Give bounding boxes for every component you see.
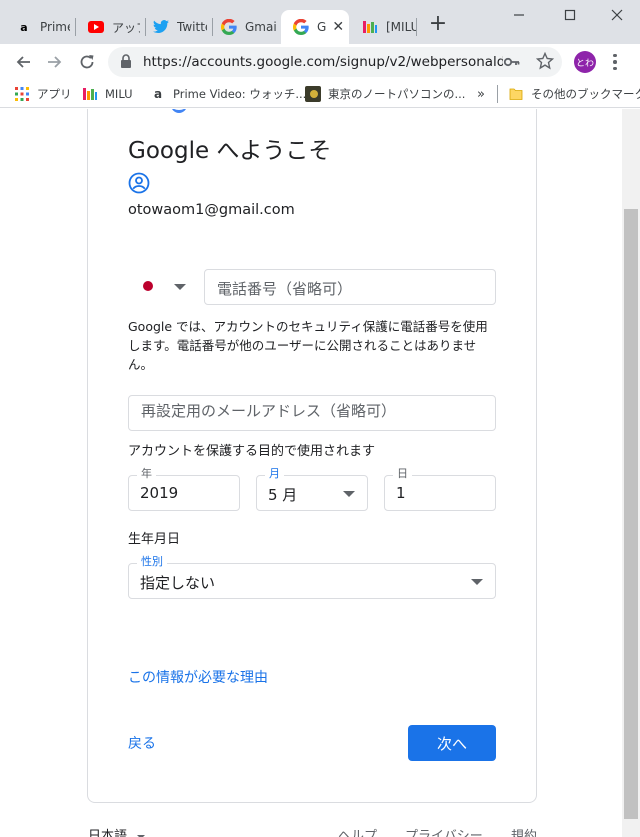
bookmark-tokyo-notebook[interactable]: 東京のノートパソコンの... [305, 85, 465, 103]
site-icon [305, 86, 321, 102]
privacy-link[interactable]: プライバシー [405, 825, 483, 837]
day-value: 1 [396, 484, 406, 502]
back-link[interactable]: 戻る [128, 733, 156, 753]
gender-select[interactable]: 性別 指定しない [128, 553, 496, 599]
help-link[interactable]: ヘルプ [338, 825, 377, 837]
year-input[interactable]: 年 2019 [128, 465, 240, 511]
amazon-icon: a [20, 20, 28, 34]
browser-toolbar: https://accounts.google.com/signup/v2/we… [0, 44, 640, 80]
milu-icon [82, 86, 98, 102]
milu-icon [362, 19, 378, 35]
back-arrow-icon[interactable] [11, 50, 35, 74]
page-viewport: Google へようこそ otowaom1@gmail.com 電話番号（省略可… [0, 109, 622, 837]
page-title: Google へようこそ [128, 138, 332, 164]
gender-label: 性別 [137, 553, 167, 569]
terms-link[interactable]: 規約 [511, 825, 537, 837]
lock-icon[interactable] [120, 54, 132, 73]
google-icon [221, 19, 237, 35]
profile-avatar[interactable]: とわ [574, 51, 596, 73]
tab-google-signup[interactable]: G ✕ [281, 10, 349, 44]
bookmark-star-icon[interactable] [535, 51, 555, 74]
google-icon [293, 19, 309, 35]
day-input[interactable]: 日 1 [384, 465, 496, 511]
recovery-email-input[interactable]: 再設定用のメールアドレス（省略可） [128, 395, 496, 431]
bookmarks-overflow-chevron[interactable]: » [477, 85, 485, 103]
page-scrollbar[interactable] [622, 109, 640, 837]
month-label: 月 [265, 465, 284, 481]
year-label: 年 [137, 465, 156, 481]
tab-title: [MILU [386, 20, 416, 34]
bookmark-apps[interactable]: アプリ [14, 85, 72, 103]
tab-prime[interactable]: a Prime [4, 10, 70, 44]
youtube-icon [88, 19, 104, 35]
chevron-down-icon [343, 491, 355, 497]
bookmark-prime-video[interactable]: a Prime Video: ウォッチ... [150, 85, 306, 103]
more-menu-icon[interactable] [604, 51, 626, 73]
address-bar[interactable]: https://accounts.google.com/signup/v2/we… [108, 47, 562, 77]
maximize-button[interactable] [559, 4, 581, 26]
month-value: 5 月 [268, 486, 298, 504]
amazon-icon: a [153, 87, 163, 101]
language-selector[interactable]: 日本語 [88, 825, 146, 837]
tab-milu[interactable]: [MILU [350, 10, 416, 44]
phone-help-text: Google では、アカウントのセキュリティ保護に電話番号を使用します。電話番号… [128, 319, 488, 372]
why-info-link[interactable]: この情報が必要な理由 [128, 667, 268, 687]
new-tab-button[interactable]: + [427, 13, 449, 36]
bookmark-label: Prime Video: ウォッチ... [173, 87, 307, 101]
tab-twitter[interactable]: Twitte [141, 10, 207, 44]
minimize-button[interactable] [508, 4, 530, 26]
close-window-button[interactable] [606, 4, 628, 26]
bookmark-label: その他のブックマーク [531, 87, 640, 101]
tab-title: Prime [40, 20, 70, 34]
tab-title: Twitte [177, 20, 207, 34]
folder-icon [508, 86, 524, 102]
language-label: 日本語 [88, 829, 128, 837]
country-dropdown-caret-icon[interactable] [174, 284, 186, 290]
next-button[interactable]: 次へ [408, 725, 496, 761]
recovery-email-placeholder: 再設定用のメールアドレス（省略可） [141, 402, 397, 420]
tab-youtube[interactable]: アップ [76, 10, 140, 44]
bookmark-label: 東京のノートパソコンの... [328, 87, 466, 101]
tab-title: アップ [112, 20, 140, 35]
chevron-down-icon [471, 579, 483, 585]
japan-flag-icon[interactable] [141, 279, 155, 293]
gender-value: 指定しない [140, 574, 216, 592]
tab-strip: a Prime アップ Twitte Gmai G ✕ [MILU + [0, 0, 640, 44]
bookmark-label: アプリ [37, 87, 72, 101]
bookmark-label: MILU [105, 87, 133, 101]
tab-title: Gmai [245, 20, 277, 34]
recovery-email-help-text: アカウントを保護する目的で使用されます [128, 444, 376, 459]
account-email: otowaom1@gmail.com [128, 202, 295, 218]
phone-input[interactable]: 電話番号（省略可） [204, 269, 496, 305]
apps-grid-icon [14, 86, 30, 102]
bookmark-other-folder[interactable]: その他のブックマーク [508, 85, 640, 103]
key-icon[interactable] [503, 54, 520, 73]
bookmarks-divider [497, 85, 498, 103]
birthday-label: 生年月日 [128, 532, 181, 547]
bookmarks-bar: アプリ MILU a Prime Video: ウォッチ... 東京のノートパソ… [0, 80, 640, 108]
account-circle-icon [128, 172, 150, 198]
bookmark-milu[interactable]: MILU [82, 85, 133, 103]
month-select[interactable]: 月 5 月 [256, 465, 368, 511]
close-tab-icon[interactable]: ✕ [332, 19, 344, 35]
url-text[interactable]: https://accounts.google.com/signup/v2/we… [143, 54, 503, 70]
forward-arrow-icon[interactable] [43, 50, 67, 74]
year-value: 2019 [140, 484, 179, 502]
day-label: 日 [393, 465, 412, 481]
reload-icon[interactable] [75, 50, 99, 74]
tab-divider [416, 18, 417, 36]
tab-title: G [317, 20, 327, 34]
scrollbar-thumb[interactable] [624, 209, 638, 819]
phone-placeholder: 電話番号（省略可） [217, 280, 353, 298]
twitter-icon [153, 19, 169, 35]
tab-gmail[interactable]: Gmai [209, 10, 279, 44]
